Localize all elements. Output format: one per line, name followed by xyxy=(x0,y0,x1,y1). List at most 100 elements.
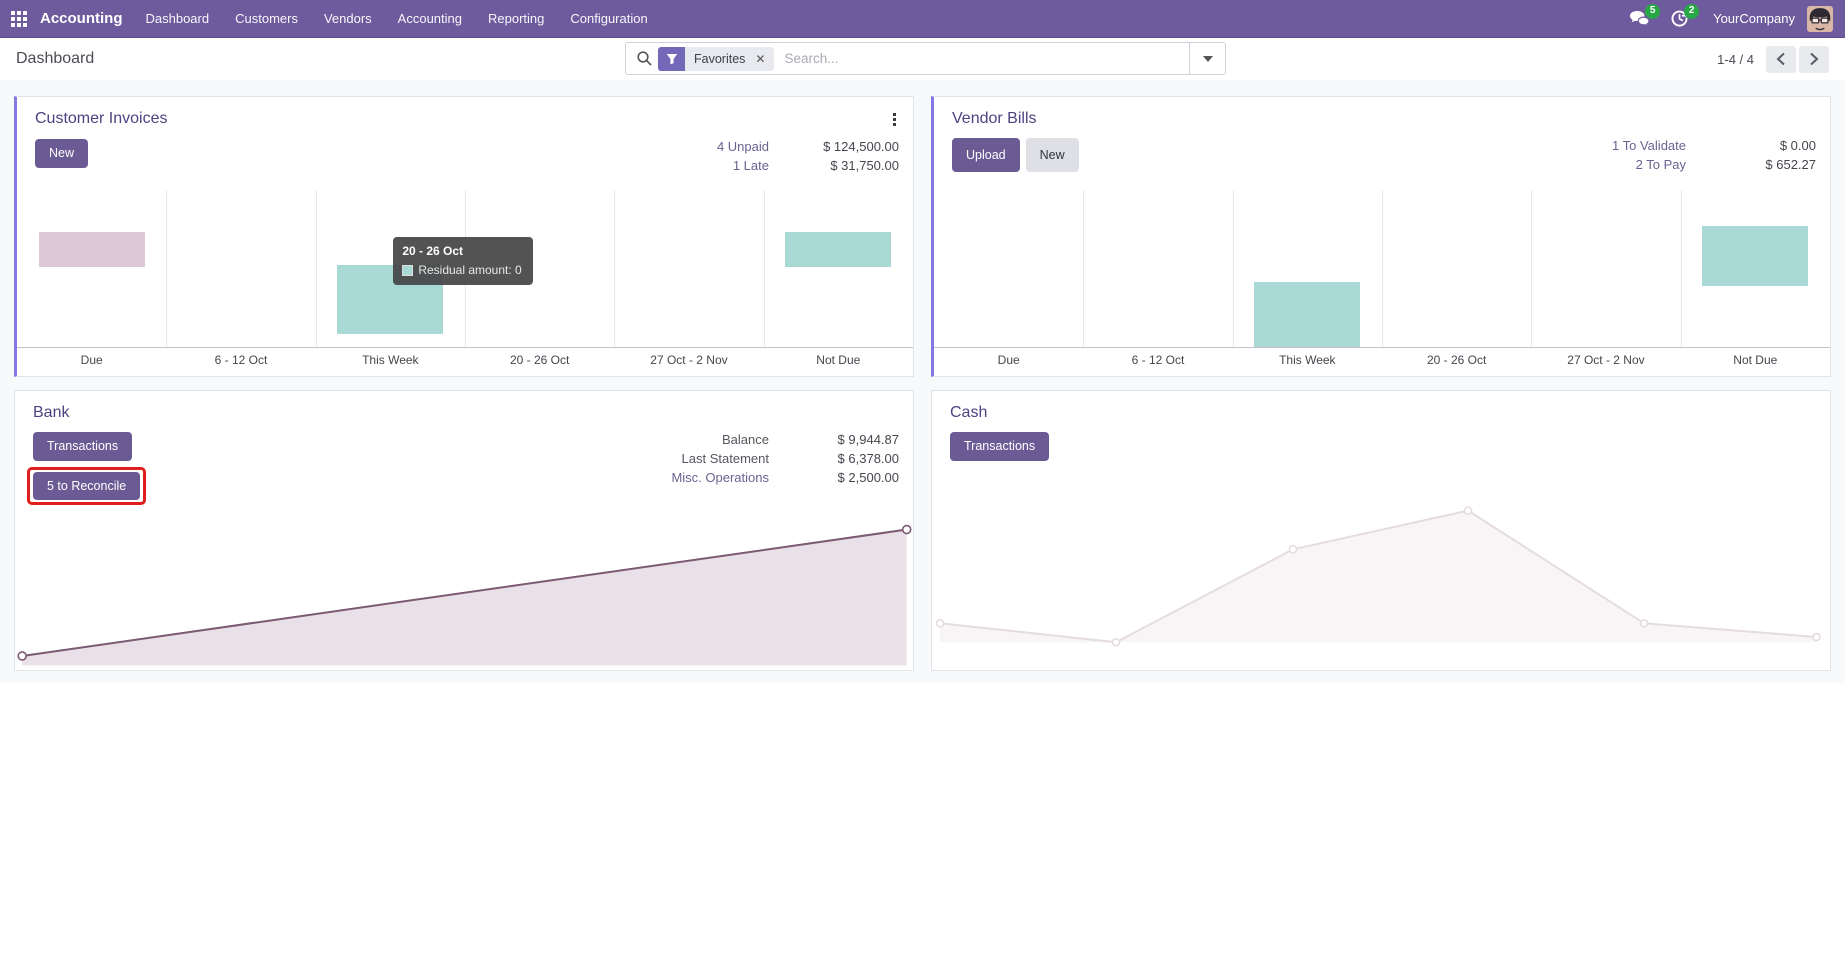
chevron-right-icon xyxy=(1810,52,1819,66)
pager: 1-4 / 4 xyxy=(1717,45,1829,73)
x-axis-labels: Due 6 - 12 Oct This Week 20 - 26 Oct 27 Oct … xyxy=(17,347,913,376)
user-menu-button[interactable] xyxy=(1807,0,1845,37)
tooltip-title: 20 - 26 Oct xyxy=(402,244,464,259)
new-bill-button[interactable]: New xyxy=(1025,138,1079,172)
gridline xyxy=(1680,190,1682,347)
card-title-vendor-bills[interactable]: Vendor Bills xyxy=(952,110,1037,128)
gridline xyxy=(166,190,168,347)
search-facet-favorites: Favorites ✕ xyxy=(658,46,775,71)
axis-label: 20 - 26 Oct xyxy=(1426,353,1487,367)
bank-transactions-button[interactable]: Transactions xyxy=(33,432,133,461)
nav-item-reporting[interactable]: Reporting xyxy=(475,0,557,37)
stat-value: $ 652.27 xyxy=(1765,157,1816,172)
nav-item-customers[interactable]: Customers xyxy=(222,0,311,37)
card-cash: Cash Transactions xyxy=(931,390,1831,671)
bar-this-week xyxy=(1254,281,1361,347)
page-title: Dashboard xyxy=(16,50,95,67)
stat-label: 1 Late xyxy=(732,158,769,173)
customer-invoices-chart[interactable]: 20 - 26 Oct Residual amount: 0 Due 6 - 12… xyxy=(17,190,913,376)
search-bar[interactable]: Favorites ✕ xyxy=(625,42,1226,75)
card-title-cash[interactable]: Cash xyxy=(950,404,987,422)
data-point-marker xyxy=(901,524,912,535)
nav-item-configuration[interactable]: Configuration xyxy=(557,0,660,37)
activities-badge: 2 xyxy=(1684,4,1700,19)
apps-grid-icon xyxy=(11,10,27,27)
data-point-marker xyxy=(1639,618,1649,628)
stat-label: 4 Unpaid xyxy=(716,139,769,154)
app-name[interactable]: Accounting xyxy=(38,10,133,27)
area-fill xyxy=(22,529,907,666)
data-point-marker xyxy=(1111,637,1121,647)
gridline xyxy=(1232,190,1234,347)
main-menu: Dashboard Customers Vendors Accounting R… xyxy=(133,0,661,37)
stat-label: 2 To Pay xyxy=(1635,157,1686,172)
axis-label: Due xyxy=(997,353,1020,367)
apps-menu-button[interactable] xyxy=(0,0,38,37)
nav-item-vendors[interactable]: Vendors xyxy=(311,0,385,37)
stat-label: Balance xyxy=(722,432,769,447)
tooltip-swatch xyxy=(402,264,414,276)
cash-transactions-button[interactable]: Transactions xyxy=(950,432,1050,461)
upload-bill-button[interactable]: Upload xyxy=(952,138,1020,172)
vendor-bills-chart[interactable]: Due 6 - 12 Oct This Week 20 - 26 Oct 27 Oct … xyxy=(934,190,1830,376)
gridline xyxy=(763,190,765,347)
axis-label: This Week xyxy=(362,353,419,367)
search-icon xyxy=(636,50,653,67)
chevron-left-icon xyxy=(1776,52,1785,66)
annotation-highlight: 5 to Reconcile xyxy=(27,466,147,505)
search-options-toggle[interactable] xyxy=(1189,43,1225,74)
caret-down-icon xyxy=(1202,55,1213,62)
stat-value: $ 2,500.00 xyxy=(837,470,899,485)
gridline xyxy=(1083,190,1085,347)
cash-chart[interactable] xyxy=(932,496,1830,668)
kebab-menu-icon[interactable] xyxy=(889,110,900,129)
bar-not-due xyxy=(1702,226,1809,286)
stat-label: 1 To Validate xyxy=(1612,138,1686,153)
axis-label: 6 - 12 Oct xyxy=(1131,353,1185,367)
axis-label: 20 - 26 Oct xyxy=(509,353,570,367)
facet-close-icon[interactable]: ✕ xyxy=(753,46,775,71)
pager-range[interactable]: 1-4 / 4 xyxy=(1717,52,1754,67)
dashboard-content: Customer Invoices New 4 Unpaid $ 124,500… xyxy=(0,80,1845,683)
chart-tooltip: 20 - 26 Oct Residual amount: 0 xyxy=(393,237,533,286)
stat-value: $ 124,500.00 xyxy=(823,139,899,154)
gridline xyxy=(1382,190,1383,347)
bar-not-due xyxy=(785,232,892,267)
gridline xyxy=(315,190,317,347)
nav-item-dashboard[interactable]: Dashboard xyxy=(133,0,223,37)
reconcile-button[interactable]: 5 to Reconcile xyxy=(33,471,141,500)
gridline xyxy=(614,190,616,347)
pager-previous-button[interactable] xyxy=(1766,45,1796,73)
axis-label: 27 Oct - 2 Nov xyxy=(1567,353,1645,367)
axis-label: 27 Oct - 2 Nov xyxy=(650,353,728,367)
stat-value: $ 6,378.00 xyxy=(837,451,899,466)
bank-stats[interactable]: Balance $ 9,944.87 Last Statement $ 6,37… xyxy=(671,432,899,505)
stat-label: Last Statement xyxy=(681,451,769,466)
stat-value: $ 9,944.87 xyxy=(837,432,899,447)
activities-menu-button[interactable]: 2 xyxy=(1660,0,1700,37)
card-title-customer-invoices[interactable]: Customer Invoices xyxy=(35,110,168,128)
x-axis-labels: Due 6 - 12 Oct This Week 20 - 26 Oct 27 Oct … xyxy=(934,347,1830,376)
data-point-marker xyxy=(1812,632,1821,642)
card-title-bank[interactable]: Bank xyxy=(33,404,69,422)
pager-next-button[interactable] xyxy=(1799,45,1829,73)
messages-menu-button[interactable]: 5 xyxy=(1619,0,1661,37)
data-point-marker xyxy=(1463,506,1473,515)
new-invoice-button[interactable]: New xyxy=(35,139,89,168)
search-input[interactable] xyxy=(782,50,1189,67)
axis-label: This Week xyxy=(1279,353,1336,367)
bank-chart[interactable] xyxy=(15,496,913,668)
customer-invoices-stats[interactable]: 4 Unpaid $ 124,500.00 1 Late $ 31,750.00 xyxy=(717,139,899,173)
axis-label: Due xyxy=(80,353,103,367)
messages-badge: 5 xyxy=(1645,4,1661,19)
filter-funnel-icon xyxy=(658,46,685,71)
card-vendor-bills: Vendor Bills Upload New 1 To Validate $ … xyxy=(931,96,1831,377)
nav-item-accounting[interactable]: Accounting xyxy=(385,0,475,37)
gridline xyxy=(1531,190,1533,347)
data-point-marker xyxy=(1288,545,1298,554)
axis-label: Not Due xyxy=(1733,353,1778,367)
axis-label: 6 - 12 Oct xyxy=(214,353,268,367)
company-menu[interactable]: YourCompany xyxy=(1699,11,1807,26)
vendor-bills-stats[interactable]: 1 To Validate $ 0.00 2 To Pay $ 652.27 xyxy=(1612,138,1816,172)
facet-label: Favorites xyxy=(685,46,754,71)
